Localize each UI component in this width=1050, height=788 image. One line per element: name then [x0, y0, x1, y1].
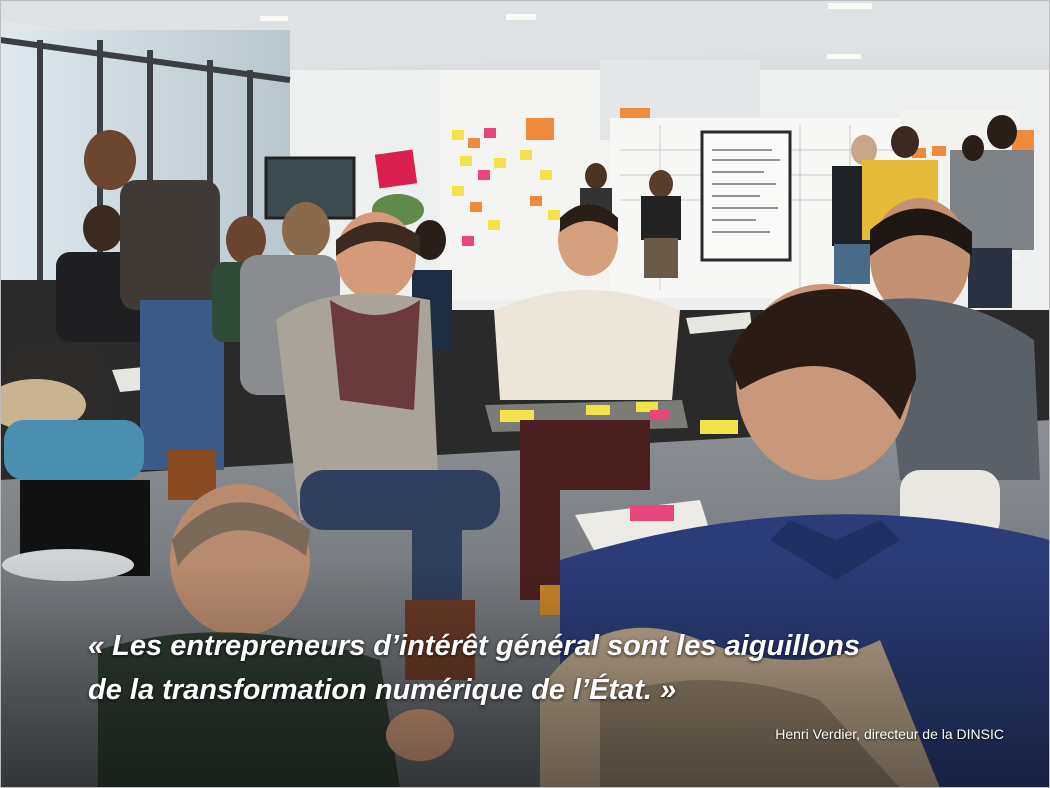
ceiling-light: [828, 3, 872, 9]
quote-attribution: Henri Verdier, directeur de la DINSIC: [775, 726, 1004, 742]
ceiling-light: [827, 54, 861, 59]
red-sign: [374, 149, 418, 189]
quote: « Les entrepreneurs d’intérêt général so…: [88, 624, 1018, 712]
workshop-photo: « Les entrepreneurs d’intérêt général so…: [0, 0, 1050, 788]
quote-line-1: « Les entrepreneurs d’intérêt général so…: [88, 630, 860, 662]
quote-line-2: de la transformation numérique de l’État…: [88, 674, 677, 706]
ceiling-light: [506, 14, 536, 20]
ceiling-light: [260, 16, 288, 21]
sticky-note: [932, 146, 946, 156]
